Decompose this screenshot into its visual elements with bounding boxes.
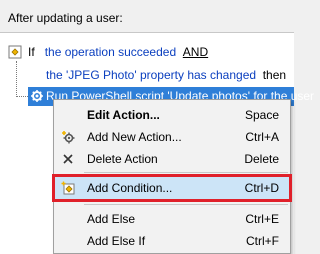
menu-item-shortcut: Delete bbox=[244, 152, 279, 166]
gear-plus-icon bbox=[61, 130, 75, 144]
menu-item-label: Edit Action... bbox=[87, 108, 160, 122]
trigger-heading: After updating a user: bbox=[8, 11, 123, 25]
close-icon bbox=[61, 152, 75, 166]
menu-item-add-condition[interactable]: Add Condition... Ctrl+D bbox=[52, 174, 292, 202]
if-condition-row[interactable]: If the operation succeeded AND bbox=[8, 43, 208, 61]
then-keyword: then bbox=[262, 68, 287, 82]
menu-item-shortcut: Ctrl+E bbox=[245, 212, 279, 226]
menu-item-delete-action[interactable]: Delete Action Delete bbox=[55, 148, 289, 170]
menu-item-shortcut: Ctrl+A bbox=[245, 130, 279, 144]
condition-operation-succeeded[interactable]: the operation succeeded bbox=[45, 45, 176, 59]
menu-item-label: Add Else If bbox=[87, 234, 146, 248]
menu-item-shortcut: Ctrl+F bbox=[246, 234, 279, 248]
and-operator[interactable]: AND bbox=[183, 45, 208, 59]
menu-item-add-new-action[interactable]: Add New Action... Ctrl+A bbox=[55, 126, 289, 148]
condition-plus-icon bbox=[61, 181, 75, 195]
menu-separator bbox=[84, 172, 288, 173]
tree-connector-vertical bbox=[16, 61, 17, 97]
menu-item-add-else-if[interactable]: Add Else If Ctrl+F bbox=[55, 230, 289, 252]
menu-separator bbox=[84, 204, 288, 205]
condition-icon bbox=[8, 45, 22, 59]
menu-item-label: Add New Action... bbox=[87, 130, 182, 144]
menu-item-label: Add Condition... bbox=[87, 181, 173, 195]
menu-item-add-else[interactable]: Add Else Ctrl+E bbox=[55, 208, 289, 230]
menu-item-shortcut: Ctrl+D bbox=[244, 181, 279, 195]
if-keyword: If bbox=[28, 45, 35, 59]
gear-icon bbox=[30, 89, 44, 109]
menu-item-shortcut: Space bbox=[244, 108, 279, 122]
context-menu: Edit Action... Space Add New Action... C… bbox=[52, 99, 292, 254]
condition2-row[interactable]: the 'JPEG Photo' property has changed th… bbox=[46, 66, 286, 84]
condition-jpeg-photo-changed[interactable]: the 'JPEG Photo' property has changed bbox=[46, 68, 256, 82]
tree-connector-horizontal bbox=[16, 96, 28, 97]
menu-item-edit-action[interactable]: Edit Action... Space bbox=[55, 104, 289, 126]
menu-item-label: Add Else bbox=[87, 212, 136, 226]
menu-item-label: Delete Action bbox=[87, 152, 158, 166]
